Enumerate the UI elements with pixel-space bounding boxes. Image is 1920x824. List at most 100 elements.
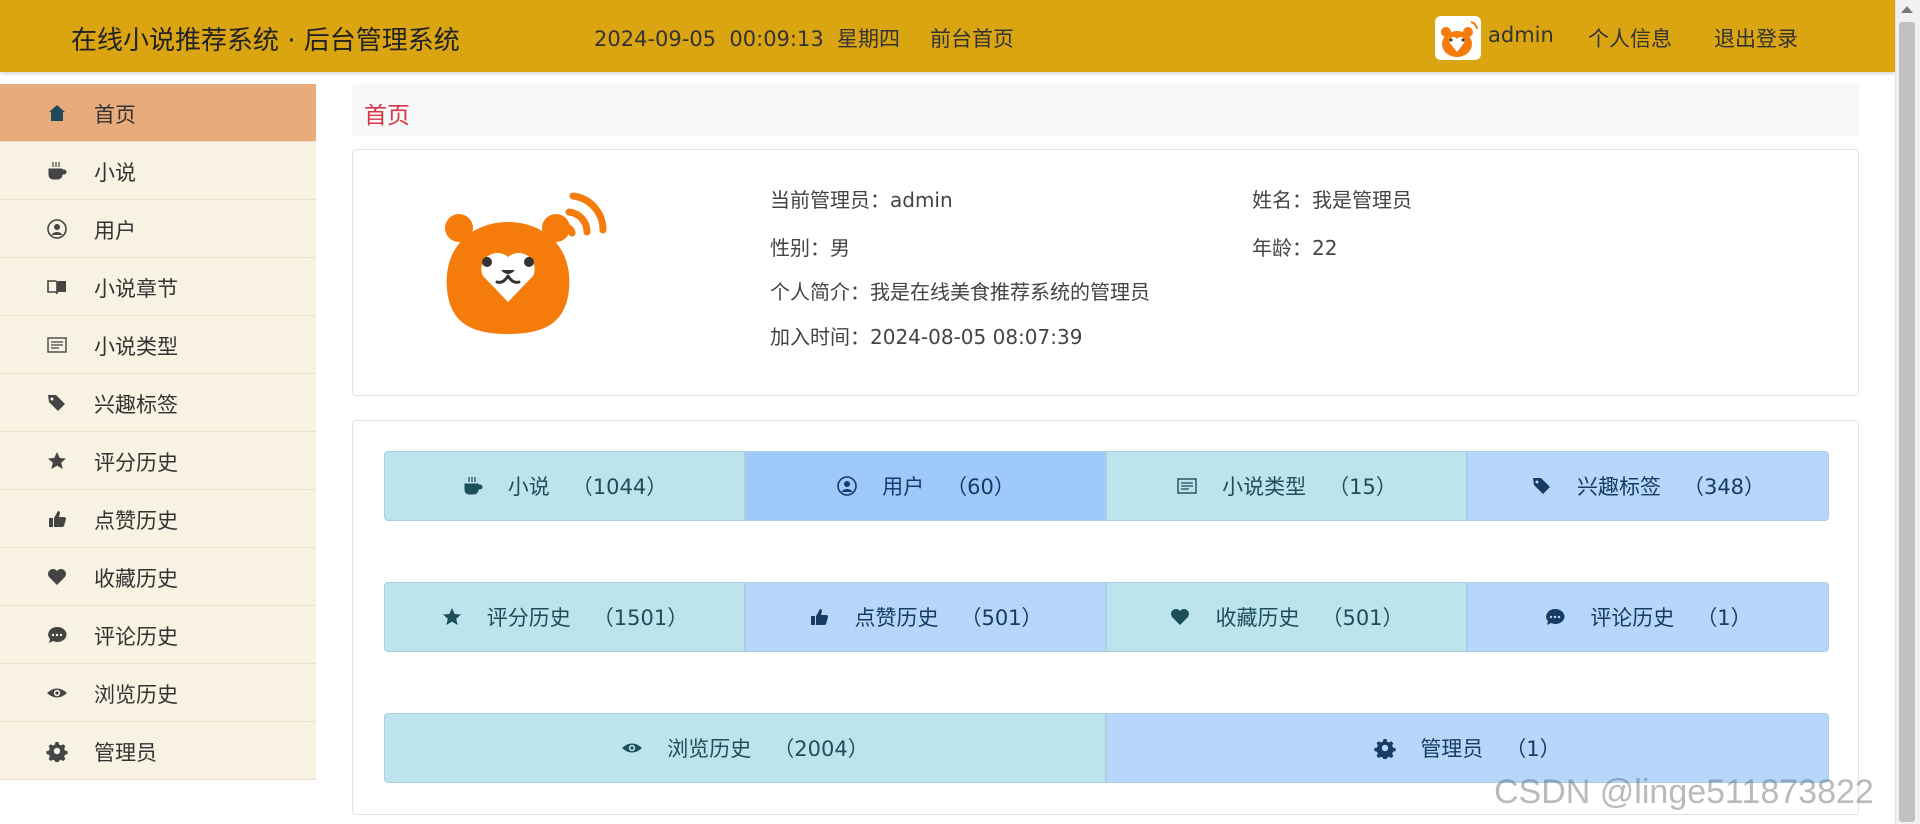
sidebar-item-comment-history[interactable]: 评论历史 xyxy=(0,606,316,664)
sidebar-item-label: 收藏历史 xyxy=(94,567,178,591)
stat-comment-history-button[interactable]: 评论历史 （1） xyxy=(1467,582,1829,652)
stat-label: 点赞历史 xyxy=(854,606,939,630)
bear-logo-icon xyxy=(445,192,607,334)
bio-value: 我是在线美食推荐系统的管理员 xyxy=(870,280,1150,304)
sidebar-item-novel[interactable]: 小说 xyxy=(0,142,316,200)
sidebar-item-label: 小说 xyxy=(94,161,136,185)
stat-count: （1044） xyxy=(571,475,668,499)
gender-label: 性别： xyxy=(770,236,830,260)
user-circle-icon xyxy=(837,476,857,496)
stat-browse-history-button[interactable]: 浏览历史 （2004） xyxy=(384,713,1106,783)
stat-count: （348） xyxy=(1682,475,1766,499)
coffee-icon xyxy=(48,162,67,180)
star-icon xyxy=(48,452,66,469)
current-datetime: 2024-09-05 00:09:13 星期四 xyxy=(594,27,901,51)
bio-row: 个人简介：我是在线美食推荐系统的管理员 xyxy=(770,276,1150,305)
sidebar-item-label: 兴趣标签 xyxy=(94,393,178,417)
stat-label: 小说类型 xyxy=(1222,475,1307,499)
home-icon xyxy=(49,105,65,121)
top-navbar: 在线小说推荐系统 · 后台管理系统 2024-09-05 00:09:13 星期… xyxy=(0,0,1895,72)
stat-label: 评分历史 xyxy=(486,606,571,630)
name-row: 姓名：我是管理员 xyxy=(1252,184,1412,213)
stat-favorite-history-button[interactable]: 收藏历史 （501） xyxy=(1106,582,1467,652)
sidebar-item-browse-history[interactable]: 浏览历史 xyxy=(0,664,316,722)
sidebar-item-label: 小说章节 xyxy=(94,277,178,301)
age-label: 年龄： xyxy=(1252,236,1312,260)
joined-value: 2024-08-05 08:07:39 xyxy=(870,325,1083,349)
admin-name[interactable]: admin xyxy=(1488,23,1554,47)
sidebar-item-admins[interactable]: 管理员 xyxy=(0,722,316,780)
scroll-up-arrow[interactable] xyxy=(1901,6,1913,13)
gender-value: 男 xyxy=(830,236,850,260)
stat-label: 用户 xyxy=(882,475,925,499)
gear-icon xyxy=(46,742,68,762)
stat-rating-history-button[interactable]: 评分历史 （1501） xyxy=(384,582,745,652)
scrollbar-thumb[interactable] xyxy=(1899,22,1915,822)
stat-label: 收藏历史 xyxy=(1215,606,1300,630)
stat-count: （501） xyxy=(960,606,1043,630)
current-admin-row: 当前管理员：admin xyxy=(770,184,953,213)
system-title: 在线小说推荐系统 · 后台管理系统 xyxy=(71,26,460,56)
heart-icon xyxy=(48,569,66,585)
frontend-home-link[interactable]: 前台首页 xyxy=(930,23,1014,53)
sidebar-item-home[interactable]: 首页 xyxy=(0,84,316,142)
name-value: 我是管理员 xyxy=(1312,188,1412,212)
sidebar-item-label: 点赞历史 xyxy=(94,509,178,533)
age-row: 年龄：22 xyxy=(1252,232,1337,261)
tags-icon xyxy=(48,395,65,411)
thumbs-up-icon xyxy=(811,609,829,626)
stat-count: （1501） xyxy=(592,606,689,630)
name-label: 姓名： xyxy=(1252,188,1312,212)
current-admin-value: admin xyxy=(890,188,953,212)
tags-icon xyxy=(1532,478,1550,494)
watermark: CSDN @linge511873822 xyxy=(1494,773,1874,811)
stats-row: 小说 （1044） 用户 （60） 小说类型 （15） 兴趣标签 （348） xyxy=(384,451,1829,521)
heart-icon xyxy=(1171,609,1190,625)
age-value: 22 xyxy=(1312,236,1338,260)
profile-link[interactable]: 个人信息 xyxy=(1588,23,1672,53)
list-icon xyxy=(1177,478,1197,494)
joined-label: 加入时间： xyxy=(770,325,870,349)
sidebar-item-rating-history[interactable]: 评分历史 xyxy=(0,432,316,490)
sidebar-item-label: 评分历史 xyxy=(94,451,178,475)
joined-row: 加入时间：2024-08-05 08:07:39 xyxy=(770,321,1082,350)
stat-interest-tags-button[interactable]: 兴趣标签 （348） xyxy=(1467,451,1829,521)
bear-avatar-icon xyxy=(1441,21,1478,57)
stat-label: 管理员 xyxy=(1420,737,1484,761)
sidebar-item-label: 浏览历史 xyxy=(94,683,178,707)
comment-icon xyxy=(48,626,67,643)
sidebar-item-novel-types[interactable]: 小说类型 xyxy=(0,316,316,374)
stat-count: （15） xyxy=(1328,475,1397,499)
sidebar-item-label: 管理员 xyxy=(94,741,157,765)
stat-count: （1） xyxy=(1696,606,1752,630)
stat-label: 浏览历史 xyxy=(667,737,752,761)
coffee-icon xyxy=(464,477,483,495)
stat-count: （1） xyxy=(1505,737,1561,761)
stat-novel-types-button[interactable]: 小说类型 （15） xyxy=(1106,451,1467,521)
stat-count: （60） xyxy=(946,475,1015,499)
stats-row: 评分历史 （1501） 点赞历史 （501） 收藏历史 （501） 评论历史 （1） xyxy=(384,582,1829,652)
sidebar-item-like-history[interactable]: 点赞历史 xyxy=(0,490,316,548)
stat-like-history-button[interactable]: 点赞历史 （501） xyxy=(745,582,1106,652)
list-icon xyxy=(47,337,67,353)
admin-profile-card: 当前管理员：admin 姓名：我是管理员 性别：男 年龄：22 个人简介：我是在… xyxy=(352,149,1859,396)
sidebar-item-interest-tags[interactable]: 兴趣标签 xyxy=(0,374,316,432)
sidebar-item-users[interactable]: 用户 xyxy=(0,200,316,258)
sidebar-menu: 首页 小说 用户 小说章节 小说类型 兴趣标签 评分历史 点赞历史 收藏历史 评… xyxy=(0,84,316,780)
logout-link[interactable]: 退出登录 xyxy=(1714,23,1798,53)
stat-users-button[interactable]: 用户 （60） xyxy=(745,451,1106,521)
sidebar-item-label: 评论历史 xyxy=(94,625,178,649)
breadcrumb: 首页 xyxy=(352,84,1859,136)
sidebar-item-label: 小说类型 xyxy=(94,335,178,359)
stat-count: （2004） xyxy=(773,737,869,761)
stat-count: （501） xyxy=(1321,606,1404,630)
eye-icon xyxy=(47,688,67,698)
stat-novel-button[interactable]: 小说 （1044） xyxy=(384,451,745,521)
sidebar-item-chapters[interactable]: 小说章节 xyxy=(0,258,316,316)
avatar[interactable] xyxy=(1435,16,1481,60)
stat-label: 小说 xyxy=(507,475,550,499)
eye-icon xyxy=(622,743,643,753)
sidebar-item-favorite-history[interactable]: 收藏历史 xyxy=(0,548,316,606)
stat-label: 兴趣标签 xyxy=(1576,475,1661,499)
current-admin-label: 当前管理员： xyxy=(770,188,890,212)
